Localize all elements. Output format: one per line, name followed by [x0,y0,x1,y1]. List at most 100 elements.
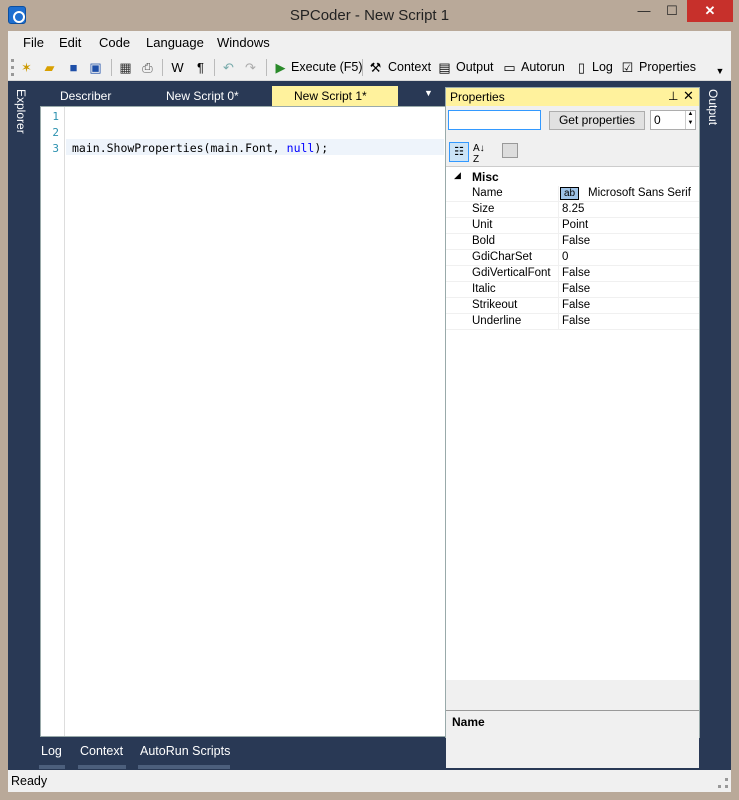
output-side-tab[interactable]: Output [706,89,720,125]
property-pages-icon[interactable] [502,143,518,158]
menu-language[interactable]: Language [146,35,204,50]
property-value: False [562,267,591,279]
property-row[interactable]: Underline False [446,314,699,330]
close-icon[interactable]: ✕ [683,88,694,104]
tab-new-script-0[interactable]: New Script 0* [166,86,239,106]
explorer-side-tab[interactable]: Explorer [14,89,28,134]
property-value: Point [562,219,589,231]
toolbar-separator [111,59,112,76]
category-row-misc[interactable]: ◢ Misc [446,169,699,185]
menu-bar: File Edit Code Language Windows [8,31,731,54]
property-name: Name [472,187,503,199]
autorun-button[interactable]: Autorun [521,60,565,74]
resize-grip[interactable] [718,778,728,788]
title-bar: SPCoder - New Script 1 — ☐ ✕ [0,0,739,31]
property-help-box: Name [446,710,699,768]
toolbar: ✶ ▰ ■ ▣ ▦ ⎙ W ¶ ↶ ↷ ▶ Execute (F5) ⚒ Con… [8,54,731,81]
log-button[interactable]: Log [592,60,613,74]
open-folder-icon[interactable]: ▰ [41,59,58,76]
output-icon[interactable]: ▤ [436,59,453,76]
category-label: Misc [472,170,499,184]
line-number: 2 [52,126,59,139]
maximize-button[interactable]: ☐ [658,0,686,22]
property-name: GdiCharSet [472,251,533,263]
app-client-area: File Edit Code Language Windows ✶ ▰ ■ ▣ … [8,31,731,792]
font-preview-swatch: ab [560,187,579,200]
stepper-up-icon[interactable]: ▲ [685,111,695,120]
property-row[interactable]: Italic False [446,282,699,298]
word-wrap-icon[interactable]: W [169,59,186,76]
execute-button[interactable]: Execute (F5) [291,60,363,74]
property-name: Strikeout [472,299,518,311]
tab-label: New Script 1* [294,89,367,103]
minimize-button[interactable]: — [630,0,658,22]
menu-edit[interactable]: Edit [59,35,81,50]
tab-indicator [78,765,126,769]
output-button[interactable]: Output [456,60,494,74]
column-divider [558,202,559,218]
toolbar-grip[interactable] [11,59,14,76]
properties-button[interactable]: Properties [639,60,696,74]
menu-file[interactable]: File [23,35,44,50]
execute-icon[interactable]: ▶ [272,59,289,76]
properties-pane: Properties ⊥ ✕ Get properties 0 ▲ ▼ ☷ A↓… [445,87,700,768]
tab-log[interactable]: Log [41,744,62,758]
autorun-icon[interactable]: ▭ [501,59,518,76]
save-all-icon[interactable]: ▣ [87,59,104,76]
toolbar-separator [362,59,363,76]
tab-describer[interactable]: Describer [60,86,111,106]
show-whitespace-icon[interactable]: ¶ [192,59,209,76]
property-grid: ◢ Misc Name ab Microsoft Sans Serif Size… [446,166,699,680]
column-divider [558,298,559,314]
depth-stepper[interactable]: 0 ▲ ▼ [650,110,696,130]
object-search-input[interactable] [448,110,541,130]
save-icon[interactable]: ■ [65,59,82,76]
toolbar-separator [214,59,215,76]
log-icon[interactable]: ▯ [573,59,590,76]
new-file-icon[interactable]: ✶ [18,59,35,76]
tools-icon[interactable]: ⚒ [367,59,384,76]
redo-icon[interactable]: ↷ [242,59,259,76]
status-text: Ready [11,774,48,788]
depth-value: 0 [654,113,661,127]
column-divider [558,266,559,282]
document-tab-strip: Describer New Script 0* New Script 1* ✕ … [40,86,626,106]
toolbar-overflow-icon[interactable]: ▼ [714,58,726,78]
column-divider [558,218,559,234]
property-row[interactable]: Unit Point [446,218,699,234]
property-row[interactable]: Name ab Microsoft Sans Serif [446,186,699,202]
alphabetical-sort-icon[interactable]: A↓ Z [473,143,485,165]
tab-list-dropdown-icon[interactable]: ▼ [424,88,433,98]
calculator-icon[interactable]: ▦ [117,59,134,76]
close-button[interactable]: ✕ [687,0,733,22]
code-editor[interactable]: 1 2 3 main.ShowProperties(main.Font, nul… [40,106,446,737]
property-name: Underline [472,315,522,327]
stepper-down-icon[interactable]: ▼ [685,120,695,129]
categorized-view-icon[interactable]: ☷ [449,142,469,162]
print-icon[interactable]: ⎙ [139,59,156,76]
tab-new-script-1[interactable]: New Script 1* ✕ [272,86,626,106]
undo-icon[interactable]: ↶ [220,59,237,76]
tab-autorun-scripts[interactable]: AutoRun Scripts [140,744,230,758]
menu-windows[interactable]: Windows [217,35,270,50]
code-line[interactable]: main.ShowProperties(main.Font, null); [72,141,328,155]
property-row[interactable]: GdiCharSet 0 [446,250,699,266]
context-button[interactable]: Context [388,60,431,74]
pin-icon[interactable]: ⊥ [668,89,678,103]
property-row[interactable]: Size 8.25 [446,202,699,218]
code-text: main.ShowProperties(main.Font, [72,141,287,155]
get-properties-button[interactable]: Get properties [549,111,645,130]
properties-icon[interactable]: ☑ [619,59,636,76]
property-name: Size [472,203,495,215]
code-text: ); [314,141,329,155]
property-row[interactable]: Bold False [446,234,699,250]
line-number: 1 [52,110,59,123]
properties-title: Properties [450,90,505,104]
menu-code[interactable]: Code [99,35,130,50]
property-value: False [562,299,591,311]
collapse-icon[interactable]: ◢ [454,170,461,181]
help-title: Name [452,715,485,729]
property-row[interactable]: GdiVerticalFont False [446,266,699,282]
property-row[interactable]: Strikeout False [446,298,699,314]
tab-context[interactable]: Context [80,744,123,758]
